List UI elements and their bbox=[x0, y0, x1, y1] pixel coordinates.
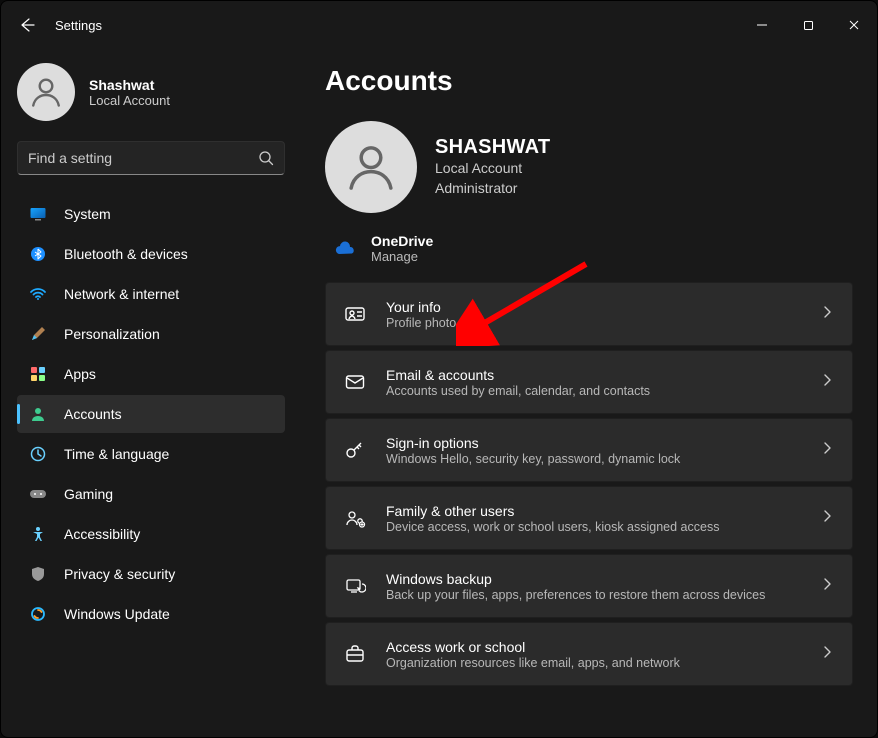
chevron-right-icon bbox=[820, 645, 834, 664]
sidebar-item-label: System bbox=[64, 206, 111, 222]
card-your-info[interactable]: Your info Profile photo bbox=[325, 282, 853, 346]
card-sub: Profile photo bbox=[386, 316, 800, 330]
account-role: Administrator bbox=[435, 179, 550, 199]
chevron-right-icon bbox=[820, 373, 834, 392]
mail-icon bbox=[344, 371, 366, 393]
onedrive-sub: Manage bbox=[371, 249, 433, 264]
card-title: Access work or school bbox=[386, 639, 800, 655]
maximize-icon bbox=[803, 20, 814, 31]
arrow-left-icon bbox=[19, 17, 35, 33]
sidebar: Shashwat Local Account System bbox=[1, 49, 301, 737]
chevron-right-icon bbox=[820, 509, 834, 528]
sidebar-item-label: Time & language bbox=[64, 446, 169, 462]
sidebar-item-label: Bluetooth & devices bbox=[64, 246, 188, 262]
window-title: Settings bbox=[55, 18, 102, 33]
minimize-icon bbox=[756, 19, 768, 31]
display-icon bbox=[29, 205, 47, 223]
main-content: Accounts SHASHWAT Local Account Administ… bbox=[301, 49, 877, 737]
people-icon bbox=[344, 507, 366, 529]
sidebar-item-apps[interactable]: Apps bbox=[17, 355, 285, 393]
briefcase-icon bbox=[344, 643, 366, 665]
sidebar-item-label: Accounts bbox=[64, 406, 122, 422]
search-icon bbox=[258, 150, 274, 166]
account-name: SHASHWAT bbox=[435, 136, 550, 159]
accessibility-icon bbox=[29, 525, 47, 543]
sidebar-item-label: Gaming bbox=[64, 486, 113, 502]
profile-name: Shashwat bbox=[89, 77, 170, 93]
card-title: Family & other users bbox=[386, 503, 800, 519]
search-input[interactable] bbox=[28, 150, 258, 166]
sidebar-item-personalization[interactable]: Personalization bbox=[17, 315, 285, 353]
chevron-right-icon bbox=[820, 577, 834, 596]
sidebar-item-time[interactable]: Time & language bbox=[17, 435, 285, 473]
shield-icon bbox=[29, 565, 47, 583]
card-sub: Organization resources like email, apps,… bbox=[386, 656, 800, 670]
sidebar-profile[interactable]: Shashwat Local Account bbox=[17, 63, 285, 121]
close-button[interactable] bbox=[831, 1, 877, 49]
search-box[interactable] bbox=[17, 141, 285, 175]
sidebar-item-label: Accessibility bbox=[64, 526, 140, 542]
card-title: Windows backup bbox=[386, 571, 800, 587]
card-windows-backup[interactable]: Windows backup Back up your files, apps,… bbox=[325, 554, 853, 618]
sidebar-item-accounts[interactable]: Accounts bbox=[17, 395, 285, 433]
card-sub: Accounts used by email, calendar, and co… bbox=[386, 384, 800, 398]
chevron-right-icon bbox=[820, 441, 834, 460]
onedrive-row[interactable]: OneDrive Manage bbox=[325, 229, 853, 282]
sidebar-item-label: Privacy & security bbox=[64, 566, 175, 582]
sidebar-item-update[interactable]: Windows Update bbox=[17, 595, 285, 633]
sidebar-item-network[interactable]: Network & internet bbox=[17, 275, 285, 313]
card-sub: Back up your files, apps, preferences to… bbox=[386, 588, 800, 602]
account-type: Local Account bbox=[435, 159, 550, 179]
card-title: Email & accounts bbox=[386, 367, 800, 383]
onedrive-icon bbox=[333, 238, 355, 260]
onedrive-title: OneDrive bbox=[371, 233, 433, 249]
maximize-button[interactable] bbox=[785, 1, 831, 49]
sidebar-item-bluetooth[interactable]: Bluetooth & devices bbox=[17, 235, 285, 273]
card-title: Sign-in options bbox=[386, 435, 800, 451]
card-family-users[interactable]: Family & other users Device access, work… bbox=[325, 486, 853, 550]
close-icon bbox=[848, 19, 860, 31]
id-card-icon bbox=[344, 303, 366, 325]
minimize-button[interactable] bbox=[739, 1, 785, 49]
card-sub: Device access, work or school users, kio… bbox=[386, 520, 800, 534]
card-email-accounts[interactable]: Email & accounts Accounts used by email,… bbox=[325, 350, 853, 414]
back-button[interactable] bbox=[15, 13, 39, 37]
card-signin-options[interactable]: Sign-in options Windows Hello, security … bbox=[325, 418, 853, 482]
settings-window: Settings Shashwat Local Account bbox=[0, 0, 878, 738]
avatar bbox=[325, 121, 417, 213]
backup-icon bbox=[344, 575, 366, 597]
wifi-icon bbox=[29, 285, 47, 303]
card-work-school[interactable]: Access work or school Organization resou… bbox=[325, 622, 853, 686]
sidebar-nav: System Bluetooth & devices Network & int… bbox=[17, 195, 285, 633]
sidebar-item-system[interactable]: System bbox=[17, 195, 285, 233]
sidebar-item-gaming[interactable]: Gaming bbox=[17, 475, 285, 513]
chevron-right-icon bbox=[820, 305, 834, 324]
sidebar-item-label: Windows Update bbox=[64, 606, 170, 622]
person-icon bbox=[29, 405, 47, 423]
gaming-icon bbox=[29, 485, 47, 503]
sidebar-item-accessibility[interactable]: Accessibility bbox=[17, 515, 285, 553]
sidebar-item-label: Apps bbox=[64, 366, 96, 382]
settings-card-list: Your info Profile photo Email & accounts… bbox=[325, 282, 853, 686]
window-controls bbox=[739, 1, 877, 49]
account-hero: SHASHWAT Local Account Administrator bbox=[325, 121, 853, 213]
key-icon bbox=[344, 439, 366, 461]
apps-icon bbox=[29, 365, 47, 383]
clock-icon bbox=[29, 445, 47, 463]
bluetooth-icon bbox=[29, 245, 47, 263]
card-title: Your info bbox=[386, 299, 800, 315]
profile-sub: Local Account bbox=[89, 93, 170, 108]
person-icon bbox=[343, 139, 399, 195]
avatar bbox=[17, 63, 75, 121]
sidebar-item-label: Personalization bbox=[64, 326, 160, 342]
titlebar: Settings bbox=[1, 1, 877, 49]
page-title: Accounts bbox=[325, 65, 853, 97]
sidebar-item-privacy[interactable]: Privacy & security bbox=[17, 555, 285, 593]
card-sub: Windows Hello, security key, password, d… bbox=[386, 452, 800, 466]
paintbrush-icon bbox=[29, 325, 47, 343]
update-icon bbox=[29, 605, 47, 623]
person-icon bbox=[28, 74, 64, 110]
sidebar-item-label: Network & internet bbox=[64, 286, 179, 302]
